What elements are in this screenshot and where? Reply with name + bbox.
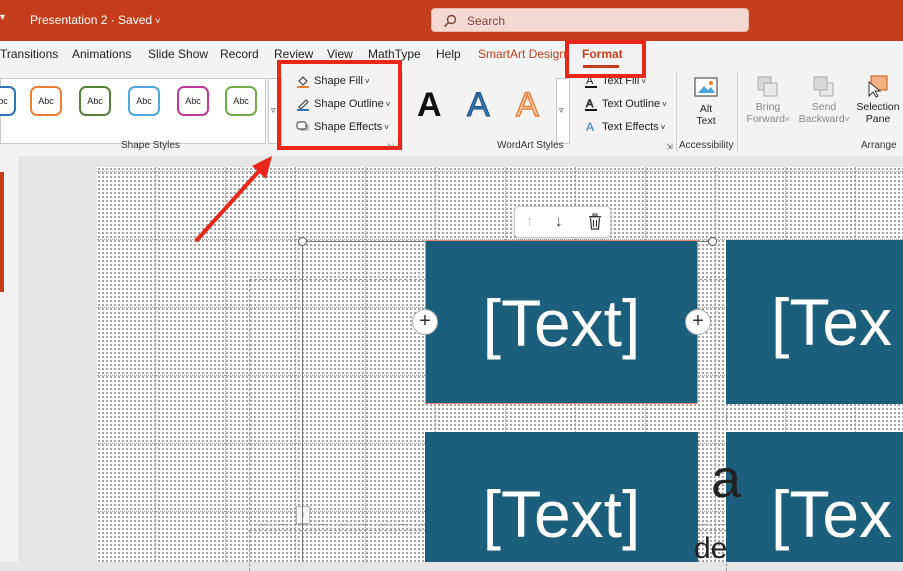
annotation-arrow <box>194 156 272 243</box>
